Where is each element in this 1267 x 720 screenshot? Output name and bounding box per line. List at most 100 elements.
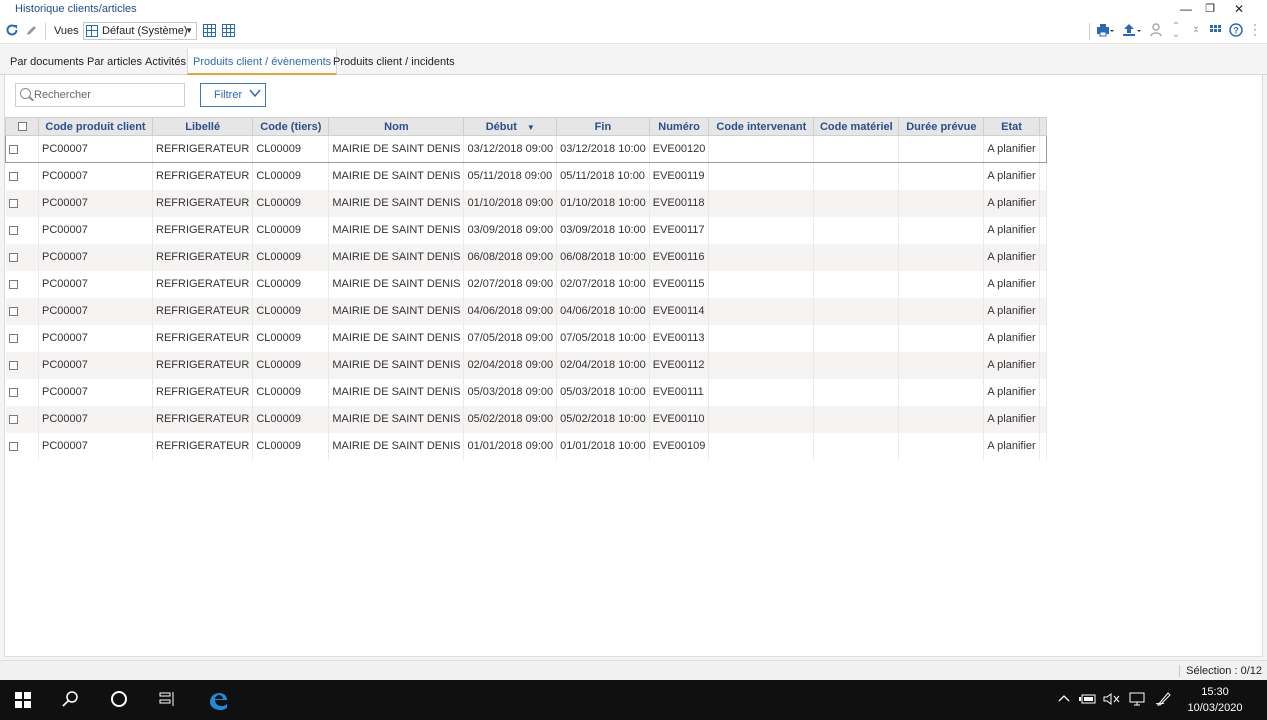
more-icon[interactable]: · · ·	[1247, 20, 1263, 41]
table-filler-cell	[1039, 216, 1047, 244]
table-cell	[813, 162, 900, 190]
table-header-row: Code produit client Libellé Code (tiers)…	[5, 117, 1047, 136]
windows-start-icon[interactable]	[15, 692, 31, 708]
minimize-button[interactable]: —	[1177, 1, 1195, 17]
search-icon	[20, 88, 31, 99]
volume-muted-icon[interactable]	[1103, 692, 1121, 709]
row-select-cell[interactable]	[5, 216, 39, 244]
user-icon[interactable]	[1148, 23, 1164, 39]
table-cell: 03/12/2018 10:00	[556, 135, 650, 163]
cortana-icon[interactable]	[108, 690, 130, 710]
row-checkbox[interactable]	[8, 306, 18, 316]
table-cell: PC00007	[38, 162, 153, 190]
tab-par-articles[interactable]: Par articles	[82, 49, 147, 75]
row-select-cell[interactable]	[5, 189, 39, 217]
tray-chevron-up-icon[interactable]	[1057, 692, 1071, 709]
row-checkbox[interactable]	[8, 252, 18, 262]
battery-icon[interactable]	[1079, 692, 1097, 709]
table-cell: REFRIGERATEUR	[152, 270, 254, 298]
apps-icon[interactable]	[1208, 23, 1224, 39]
row-checkbox[interactable]	[9, 144, 18, 154]
filter-button[interactable]: Filtrer	[200, 83, 266, 107]
table-row[interactable]: PC00007 REFRIGERATEUR CL00009 MAIRIE DE SAI…	[5, 405, 1047, 433]
row-checkbox[interactable]	[8, 414, 18, 424]
print-icon[interactable]	[1095, 23, 1115, 39]
column-header[interactable]: Code matériel	[813, 117, 900, 136]
network-icon[interactable]	[1128, 692, 1146, 709]
tab-activites[interactable]: Activités	[140, 49, 191, 75]
row-select-cell[interactable]	[5, 405, 39, 433]
system-clock[interactable]: 15:30 10/03/2020	[1182, 684, 1248, 716]
table-row[interactable]: PC00007 REFRIGERATEUR CL00009 MAIRIE DE SAI…	[5, 189, 1047, 217]
search-taskbar-icon[interactable]	[60, 690, 82, 710]
views-select[interactable]: Défaut (Système) ▼	[83, 22, 197, 40]
close-button[interactable]: ✕	[1230, 1, 1248, 17]
view-table-icon[interactable]	[222, 24, 235, 37]
table-row[interactable]: PC00007 REFRIGERATEUR CL00009 MAIRIE DE SAI…	[5, 297, 1047, 325]
column-header[interactable]: Durée prévue	[898, 117, 985, 136]
row-select-cell[interactable]	[5, 135, 39, 163]
row-select-cell[interactable]	[5, 378, 39, 406]
row-select-cell[interactable]	[5, 297, 39, 325]
column-header-sorted[interactable]: Début ▼	[463, 117, 558, 136]
table-cell: EVE00118	[649, 189, 710, 217]
table-cell: CL00009	[252, 243, 330, 271]
row-checkbox[interactable]	[8, 333, 18, 343]
row-select-cell[interactable]	[5, 432, 39, 460]
table-cell: REFRIGERATEUR	[152, 135, 254, 163]
task-view-icon[interactable]	[156, 690, 178, 710]
table-row[interactable]: PC00007 REFRIGERATEUR CL00009 MAIRIE DE SAI…	[5, 324, 1047, 352]
column-header[interactable]: Code (tiers)	[252, 117, 330, 136]
select-all-cell[interactable]	[5, 117, 39, 136]
tab-produits-client-evenements[interactable]: Produits client / évènements	[187, 49, 338, 75]
row-checkbox[interactable]	[8, 279, 18, 289]
column-header[interactable]: Fin	[556, 117, 650, 136]
collapse-icon[interactable]: ⌃ ⌄	[1168, 22, 1184, 40]
table-cell	[813, 405, 900, 433]
column-header[interactable]: Code intervenant	[708, 117, 815, 136]
help-icon[interactable]: ?	[1228, 23, 1244, 39]
row-select-cell[interactable]	[5, 243, 39, 271]
search-input[interactable]	[34, 87, 182, 103]
pen-ink-icon[interactable]	[1155, 692, 1173, 709]
table-cell: 06/08/2018 10:00	[556, 243, 650, 271]
row-checkbox[interactable]	[8, 171, 18, 181]
row-select-cell[interactable]	[5, 162, 39, 190]
table-cell: REFRIGERATEUR	[152, 297, 254, 325]
expand-icon[interactable]: ⌄ ⌃	[1188, 22, 1204, 40]
toolbar-separator	[1089, 23, 1090, 40]
table-cell: MAIRIE DE SAINT DENIS	[328, 297, 465, 325]
export-icon[interactable]	[1121, 23, 1143, 39]
row-checkbox[interactable]	[8, 225, 18, 235]
row-select-cell[interactable]	[5, 324, 39, 352]
table-row[interactable]: PC00007 REFRIGERATEUR CL00009 MAIRIE DE SAI…	[5, 243, 1047, 271]
column-header[interactable]: Code produit client	[38, 117, 153, 136]
table-row[interactable]: PC00007 REFRIGERATEUR CL00009 MAIRIE DE SAI…	[5, 432, 1047, 460]
table-row[interactable]: PC00007 REFRIGERATEUR CL00009 MAIRIE DE SAI…	[5, 135, 1047, 163]
tab-par-documents[interactable]: Par documents	[5, 49, 89, 75]
select-all-checkbox[interactable]	[17, 122, 27, 132]
row-checkbox[interactable]	[8, 441, 18, 451]
row-checkbox[interactable]	[8, 198, 18, 208]
row-select-cell[interactable]	[5, 351, 39, 379]
column-header[interactable]: Numéro	[648, 117, 710, 136]
table-row[interactable]: PC00007 REFRIGERATEUR CL00009 MAIRIE DE SAI…	[5, 162, 1047, 190]
row-select-cell[interactable]	[5, 270, 39, 298]
table-cell	[708, 162, 815, 190]
row-checkbox[interactable]	[8, 360, 18, 370]
column-header[interactable]: Nom	[328, 117, 465, 136]
row-checkbox[interactable]	[8, 387, 18, 397]
restore-button[interactable]: ❐	[1201, 1, 1219, 17]
pencil-icon[interactable]	[24, 23, 40, 39]
edge-browser-icon[interactable]	[206, 690, 230, 710]
view-grid-icon[interactable]	[203, 24, 216, 37]
column-header[interactable]: Etat	[983, 117, 1040, 136]
table-row[interactable]: PC00007 REFRIGERATEUR CL00009 MAIRIE DE SAI…	[5, 351, 1047, 379]
tab-produits-client-incidents[interactable]: Produits client / incidents	[328, 49, 460, 75]
header-filler-cell	[1038, 117, 1047, 136]
column-header[interactable]: Libellé	[151, 117, 254, 136]
table-row[interactable]: PC00007 REFRIGERATEUR CL00009 MAIRIE DE SAI…	[5, 216, 1047, 244]
table-row[interactable]: PC00007 REFRIGERATEUR CL00009 MAIRIE DE SAI…	[5, 378, 1047, 406]
refresh-icon[interactable]	[4, 23, 20, 39]
table-row[interactable]: PC00007 REFRIGERATEUR CL00009 MAIRIE DE SAI…	[5, 270, 1047, 298]
